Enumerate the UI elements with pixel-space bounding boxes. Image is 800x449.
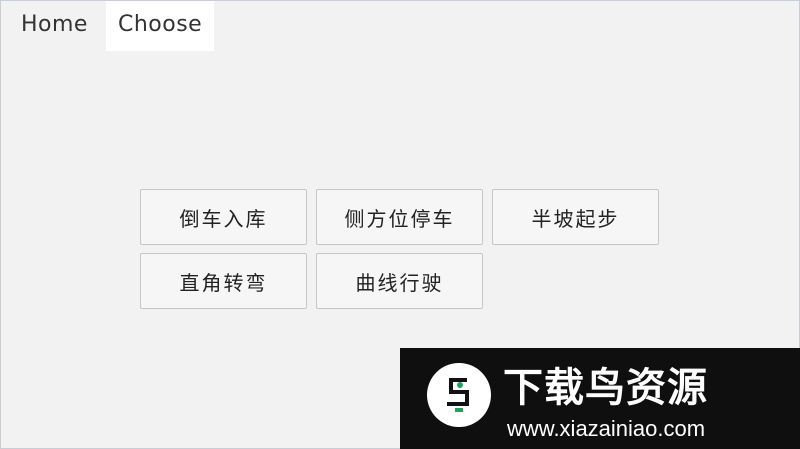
watermark-banner: 下载鸟资源 www.xiazainiao.com bbox=[400, 348, 800, 449]
right-angle-turn-button[interactable]: 直角转弯 bbox=[140, 253, 307, 309]
tab-home[interactable]: Home bbox=[1, 1, 106, 51]
reverse-parking-button[interactable]: 倒车入库 bbox=[140, 189, 307, 245]
tab-choose[interactable]: Choose bbox=[105, 1, 215, 51]
bird-logo-icon bbox=[427, 363, 491, 427]
watermark-url: www.xiazainiao.com bbox=[507, 416, 706, 441]
tab-bar: Home Choose bbox=[1, 1, 215, 51]
curve-driving-button[interactable]: 曲线行驶 bbox=[316, 253, 483, 309]
hill-start-button[interactable]: 半坡起步 bbox=[492, 189, 659, 245]
bird-mark-icon bbox=[447, 378, 469, 412]
side-parking-button[interactable]: 侧方位停车 bbox=[316, 189, 483, 245]
watermark-title: 下载鸟资源 bbox=[503, 365, 708, 411]
